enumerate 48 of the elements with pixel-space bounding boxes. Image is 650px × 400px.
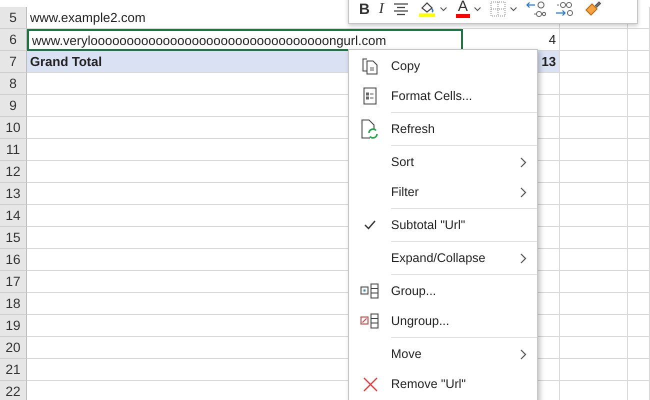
- row-header[interactable]: 20: [0, 337, 27, 359]
- row-header[interactable]: 13: [0, 183, 27, 205]
- menu-item[interactable]: Format Cells...: [349, 81, 537, 111]
- menu-item-label: Ungroup...: [391, 314, 450, 328]
- menu-item-label: Format Cells...: [391, 89, 472, 103]
- menu-item-label: Expand/Collapse: [391, 251, 486, 265]
- center-align-icon[interactable]: [392, 2, 409, 16]
- caret-icon[interactable]: [440, 6, 447, 12]
- increase-decimal-icon[interactable]: [526, 0, 546, 18]
- format-cells-icon: [363, 87, 377, 105]
- copy-icon: [361, 57, 379, 75]
- row-header[interactable]: 12: [0, 161, 27, 183]
- paintbrush-icon[interactable]: [584, 0, 602, 18]
- menu-item-label: Move: [391, 347, 422, 361]
- row-header[interactable]: 17: [0, 271, 27, 293]
- row-header[interactable]: 10: [0, 117, 27, 139]
- row-header[interactable]: 21: [0, 359, 27, 381]
- caret-icon[interactable]: [474, 6, 481, 12]
- ungroup-icon: [360, 313, 380, 329]
- row-header[interactable]: 11: [0, 139, 27, 161]
- menu-item-label: Remove "Url": [391, 377, 466, 391]
- menu-item-label: Sort: [391, 155, 414, 169]
- menu-item-label: Filter: [391, 185, 419, 199]
- row-header[interactable]: 7: [0, 51, 27, 73]
- group-icon: [360, 283, 380, 299]
- decrease-decimal-icon[interactable]: [554, 0, 575, 18]
- menu-item-label: Group...: [391, 284, 436, 298]
- font-color-button[interactable]: A: [456, 0, 470, 18]
- row-header[interactable]: 8: [0, 73, 27, 95]
- menu-item-label: Copy: [391, 59, 420, 73]
- row-header[interactable]: 9: [0, 95, 27, 117]
- menu-item[interactable]: Filter: [349, 177, 537, 207]
- row-header[interactable]: 19: [0, 315, 27, 337]
- close-icon: [362, 376, 378, 392]
- row-header[interactable]: 22: [0, 381, 27, 400]
- row-header[interactable]: 14: [0, 205, 27, 227]
- menu-item[interactable]: Remove "Url": [349, 369, 537, 399]
- refresh-icon: [361, 119, 379, 139]
- menu-item[interactable]: Ungroup...: [349, 306, 537, 336]
- row-header[interactable]: 5: [0, 7, 27, 29]
- menu-item-label: Subtotal "Url": [391, 218, 466, 232]
- menu-item-label: Refresh: [391, 122, 435, 136]
- caret-icon[interactable]: [510, 6, 517, 12]
- row-header[interactable]: 15: [0, 227, 27, 249]
- fill-color-icon[interactable]: [418, 1, 436, 17]
- row-header[interactable]: 16: [0, 249, 27, 271]
- row-header[interactable]: 18: [0, 293, 27, 315]
- row-header[interactable]: 6: [0, 29, 27, 51]
